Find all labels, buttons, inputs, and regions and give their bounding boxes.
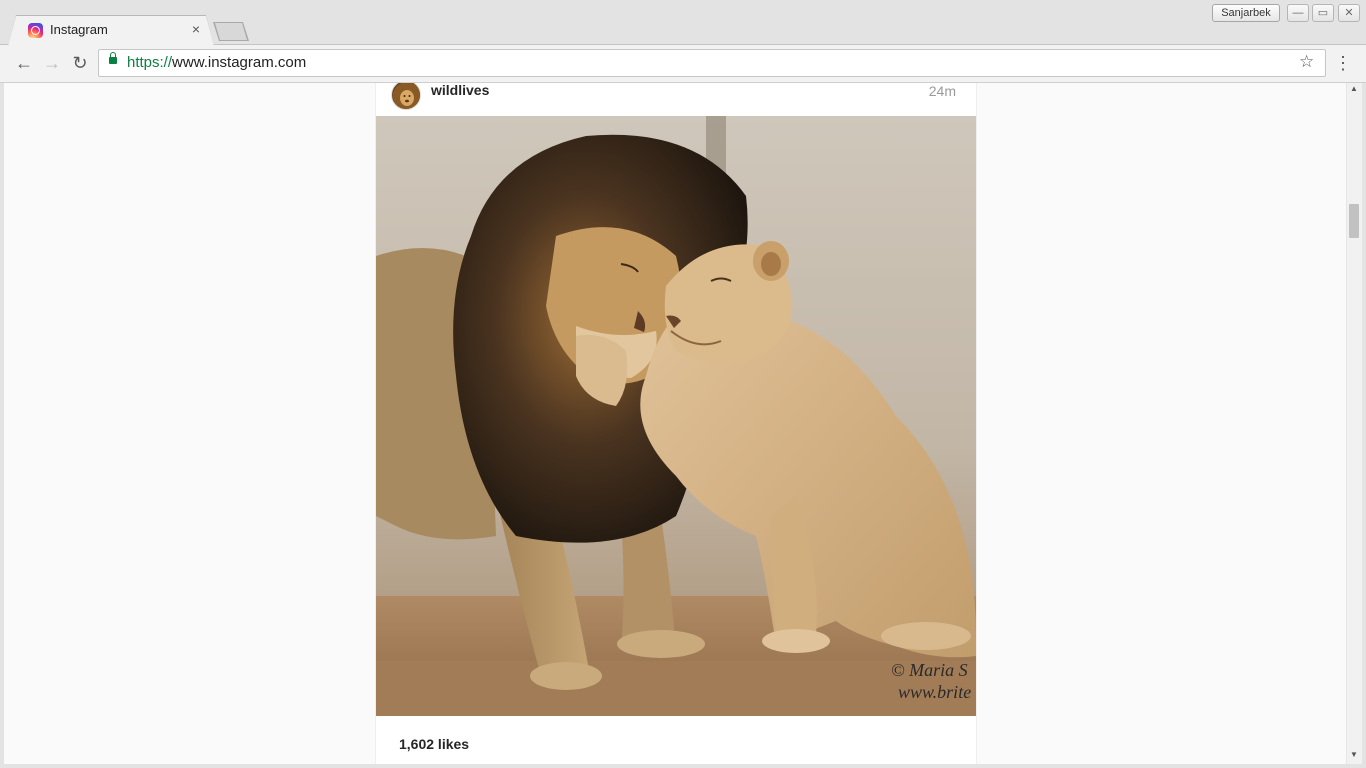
scroll-up-icon[interactable]: ▲ xyxy=(1350,84,1358,93)
avatar[interactable] xyxy=(391,83,421,110)
reload-icon[interactable]: ↻ xyxy=(68,51,92,75)
tab-close-icon[interactable]: × xyxy=(189,21,203,37)
page-viewport: wildlives 24m © Maria S www.brite 1,602 … xyxy=(4,83,1346,764)
feed-post: wildlives 24m © Maria S www.brite 1,602 … xyxy=(375,83,977,764)
post-timestamp[interactable]: 24m xyxy=(929,83,956,99)
back-icon[interactable]: ← xyxy=(12,51,36,75)
window-frame-right xyxy=(1362,83,1366,768)
scroll-down-icon[interactable]: ▼ xyxy=(1350,750,1358,759)
new-tab-button[interactable] xyxy=(215,23,247,40)
lions-photo-illustration: © Maria S www.brite xyxy=(376,116,976,716)
forward-icon[interactable]: → xyxy=(40,51,64,75)
profile-button[interactable]: Sanjarbek xyxy=(1212,4,1280,22)
window-frame-left xyxy=(0,83,4,768)
close-window-icon[interactable]: ✕ xyxy=(1338,4,1360,22)
tab-title: Instagram xyxy=(50,22,108,37)
scrollbar-thumb[interactable] xyxy=(1349,204,1359,238)
post-likes-count[interactable]: 1,602 likes xyxy=(399,736,469,752)
post-photo[interactable]: © Maria S www.brite xyxy=(376,116,976,716)
lock-icon[interactable] xyxy=(109,52,117,64)
url-scheme: https:// xyxy=(127,54,173,71)
window-frame-bottom xyxy=(0,764,1366,768)
minimize-icon[interactable]: — xyxy=(1287,4,1309,22)
instagram-favicon-icon xyxy=(28,23,43,38)
url-host: www.instagram.com xyxy=(172,54,307,71)
photo-watermark-line1: © Maria S xyxy=(891,660,968,680)
restore-icon[interactable]: ▭ xyxy=(1312,4,1334,22)
lion-avatar-icon xyxy=(393,83,420,109)
browser-menu-icon[interactable]: ⋮ xyxy=(1334,50,1352,76)
scrollbar-track[interactable] xyxy=(1346,83,1362,764)
bookmark-star-icon[interactable]: ☆ xyxy=(1299,52,1314,72)
post-username[interactable]: wildlives xyxy=(431,83,489,98)
photo-watermark-line2: www.brite xyxy=(898,682,971,702)
url-text[interactable]: https://www.instagram.com xyxy=(127,54,306,71)
